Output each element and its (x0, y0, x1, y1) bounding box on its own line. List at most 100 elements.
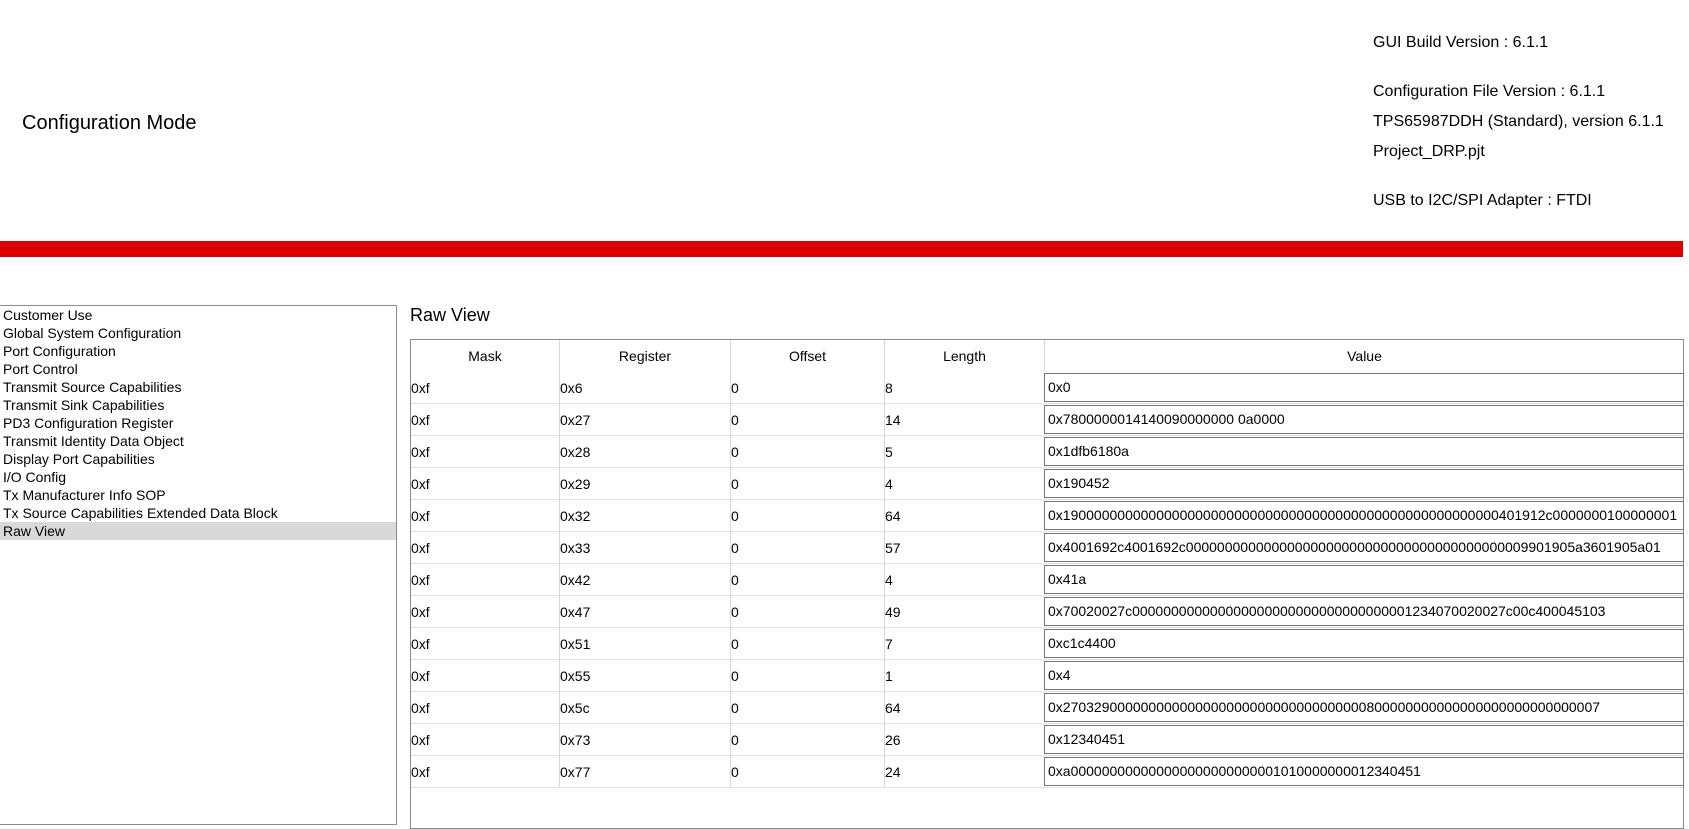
register-cell: 0x32 (559, 500, 730, 532)
offset-cell: 0 (730, 436, 884, 468)
register-cell: 0x29 (559, 468, 730, 500)
table-row: 0xf 0x28 0 5 0x1dfb6180a (411, 436, 1684, 468)
register-cell: 0x47 (559, 596, 730, 628)
table-row: 0xf 0x55 0 1 0x4 (411, 660, 1684, 692)
raw-view-title: Raw View (410, 305, 490, 325)
project-file: Project_DRP.pjt (1373, 143, 1485, 160)
offset-cell: 0 (730, 628, 884, 660)
raw-view-table: Mask Register Offset Length Value 0xf 0x6… (410, 339, 1684, 829)
sidebar-item-transmit-identity-data-object[interactable]: Transmit Identity Data Object (0, 432, 396, 450)
sidebar-item-customer-use[interactable]: Customer Use (0, 306, 396, 324)
offset-cell: 0 (730, 532, 884, 564)
offset-cell: 0 (730, 564, 884, 596)
table-row: 0xf 0x73 0 26 0x12340451 (411, 724, 1684, 756)
column-header-mask: Mask (468, 348, 502, 364)
adapter-info: USB to I2C/SPI Adapter : FTDI (1373, 192, 1592, 209)
mask-cell: 0xf (411, 508, 430, 524)
header-accent-bar (0, 241, 1683, 257)
sidebar-item-tx-manufacturer-info-sop[interactable]: Tx Manufacturer Info SOP (0, 486, 396, 504)
table-row: 0xf 0x33 0 57 0x4001692c4001692c000000000000… (411, 532, 1684, 564)
sidebar-item-display-port-capabilities[interactable]: Display Port Capabilities (0, 450, 396, 468)
config-file-version: Configuration File Version : 6.1.1 (1373, 83, 1606, 100)
length-cell: 4 (884, 564, 1044, 596)
value-field[interactable]: 0xa0000000000000000000000000010100000000… (1044, 757, 1684, 786)
mask-cell: 0xf (411, 444, 430, 460)
sidebar-item-global-system-configuration[interactable]: Global System Configuration (0, 324, 396, 342)
mask-cell: 0xf (411, 572, 430, 588)
table-row: 0xf 0x27 0 14 0x7800000014140090000000 0a000… (411, 404, 1684, 436)
sidebar: Customer Use Global System Configuration P… (0, 305, 397, 825)
value-field[interactable]: 0x70020027c00000000000000000000000000000… (1044, 597, 1684, 626)
sidebar-item-transmit-sink-capabilities[interactable]: Transmit Sink Capabilities (0, 396, 396, 414)
length-cell: 57 (884, 532, 1044, 564)
length-cell: 7 (884, 628, 1044, 660)
register-cell: 0x51 (559, 628, 730, 660)
offset-cell: 0 (730, 596, 884, 628)
table-row: 0xf 0x29 0 4 0x190452 (411, 468, 1684, 500)
sidebar-item-pd3-configuration-register[interactable]: PD3 Configuration Register (0, 414, 396, 432)
sidebar-item-tx-source-capabilities-extended-data-block[interactable]: Tx Source Capabilities Extended Data Blo… (0, 504, 396, 522)
mask-cell: 0xf (411, 412, 430, 428)
device-version: TPS65987DDH (Standard), version 6.1.1 (1373, 113, 1664, 130)
table-row: 0xf 0x51 0 7 0xc1c4400 (411, 628, 1684, 660)
table-row: 0xf 0x47 0 49 0x70020027c0000000000000000000… (411, 596, 1684, 628)
length-cell: 26 (884, 724, 1044, 756)
value-field[interactable]: 0x4 (1044, 661, 1684, 690)
table-row: 0xf 0x6 0 8 0x0 (411, 372, 1684, 404)
column-header-offset: Offset (730, 340, 884, 372)
value-field[interactable]: 0x1dfb6180a (1044, 437, 1684, 466)
register-cell: 0x55 (559, 660, 730, 692)
value-field[interactable]: 0x190452 (1044, 469, 1684, 498)
length-cell: 64 (884, 692, 1044, 724)
sidebar-item-raw-view[interactable]: Raw View (0, 522, 396, 540)
value-field[interactable]: 0x41a (1044, 565, 1684, 594)
register-cell: 0x73 (559, 724, 730, 756)
column-header-length: Length (884, 340, 1044, 372)
value-field[interactable]: 0x4001692c4001692c0000000000000000000000… (1044, 533, 1684, 562)
mask-cell: 0xf (411, 732, 430, 748)
column-header-register: Register (559, 340, 730, 372)
value-field[interactable]: 0x7800000014140090000000 0a0000 (1044, 405, 1684, 434)
mask-cell: 0xf (411, 668, 430, 684)
sidebar-item-port-configuration[interactable]: Port Configuration (0, 342, 396, 360)
column-header-value: Value (1044, 340, 1684, 372)
length-cell: 49 (884, 596, 1044, 628)
register-cell: 0x27 (559, 404, 730, 436)
length-cell: 24 (884, 756, 1044, 788)
value-field[interactable]: 0x19000000000000000000000000000000000000… (1044, 501, 1684, 530)
register-cell: 0x33 (559, 532, 730, 564)
offset-cell: 0 (730, 756, 884, 788)
page-title: Configuration Mode (22, 112, 197, 134)
mask-cell: 0xf (411, 604, 430, 620)
register-cell: 0x6 (559, 372, 730, 404)
gui-build-version: GUI Build Version : 6.1.1 (1373, 34, 1549, 51)
offset-cell: 0 (730, 660, 884, 692)
mask-cell: 0xf (411, 636, 430, 652)
length-cell: 1 (884, 660, 1044, 692)
register-cell: 0x5c (559, 692, 730, 724)
table-row: 0xf 0x77 0 24 0xa000000000000000000000000001… (411, 756, 1684, 788)
length-cell: 64 (884, 500, 1044, 532)
sidebar-item-transmit-source-capabilities[interactable]: Transmit Source Capabilities (0, 378, 396, 396)
sidebar-item-port-control[interactable]: Port Control (0, 360, 396, 378)
length-cell: 14 (884, 404, 1044, 436)
offset-cell: 0 (730, 468, 884, 500)
offset-cell: 0 (730, 500, 884, 532)
register-cell: 0x28 (559, 436, 730, 468)
value-field[interactable]: 0x27032900000000000000000000000000000000… (1044, 693, 1684, 722)
table-body: 0xf 0x6 0 8 0x0 0xf 0x27 0 14 0x78000000141400900… (411, 372, 1684, 788)
register-cell: 0x77 (559, 756, 730, 788)
value-field[interactable]: 0xc1c4400 (1044, 629, 1684, 658)
table-header: Mask Register Offset Length Value (411, 340, 1683, 372)
mask-cell: 0xf (411, 764, 430, 780)
offset-cell: 0 (730, 404, 884, 436)
offset-cell: 0 (730, 692, 884, 724)
offset-cell: 0 (730, 372, 884, 404)
mask-cell: 0xf (411, 540, 430, 556)
table-row: 0xf 0x5c 0 64 0x2703290000000000000000000000… (411, 692, 1684, 724)
register-cell: 0x42 (559, 564, 730, 596)
sidebar-item-i-o-config[interactable]: I/O Config (0, 468, 396, 486)
length-cell: 4 (884, 468, 1044, 500)
value-field[interactable]: 0x12340451 (1044, 725, 1684, 754)
value-field[interactable]: 0x0 (1044, 373, 1684, 402)
